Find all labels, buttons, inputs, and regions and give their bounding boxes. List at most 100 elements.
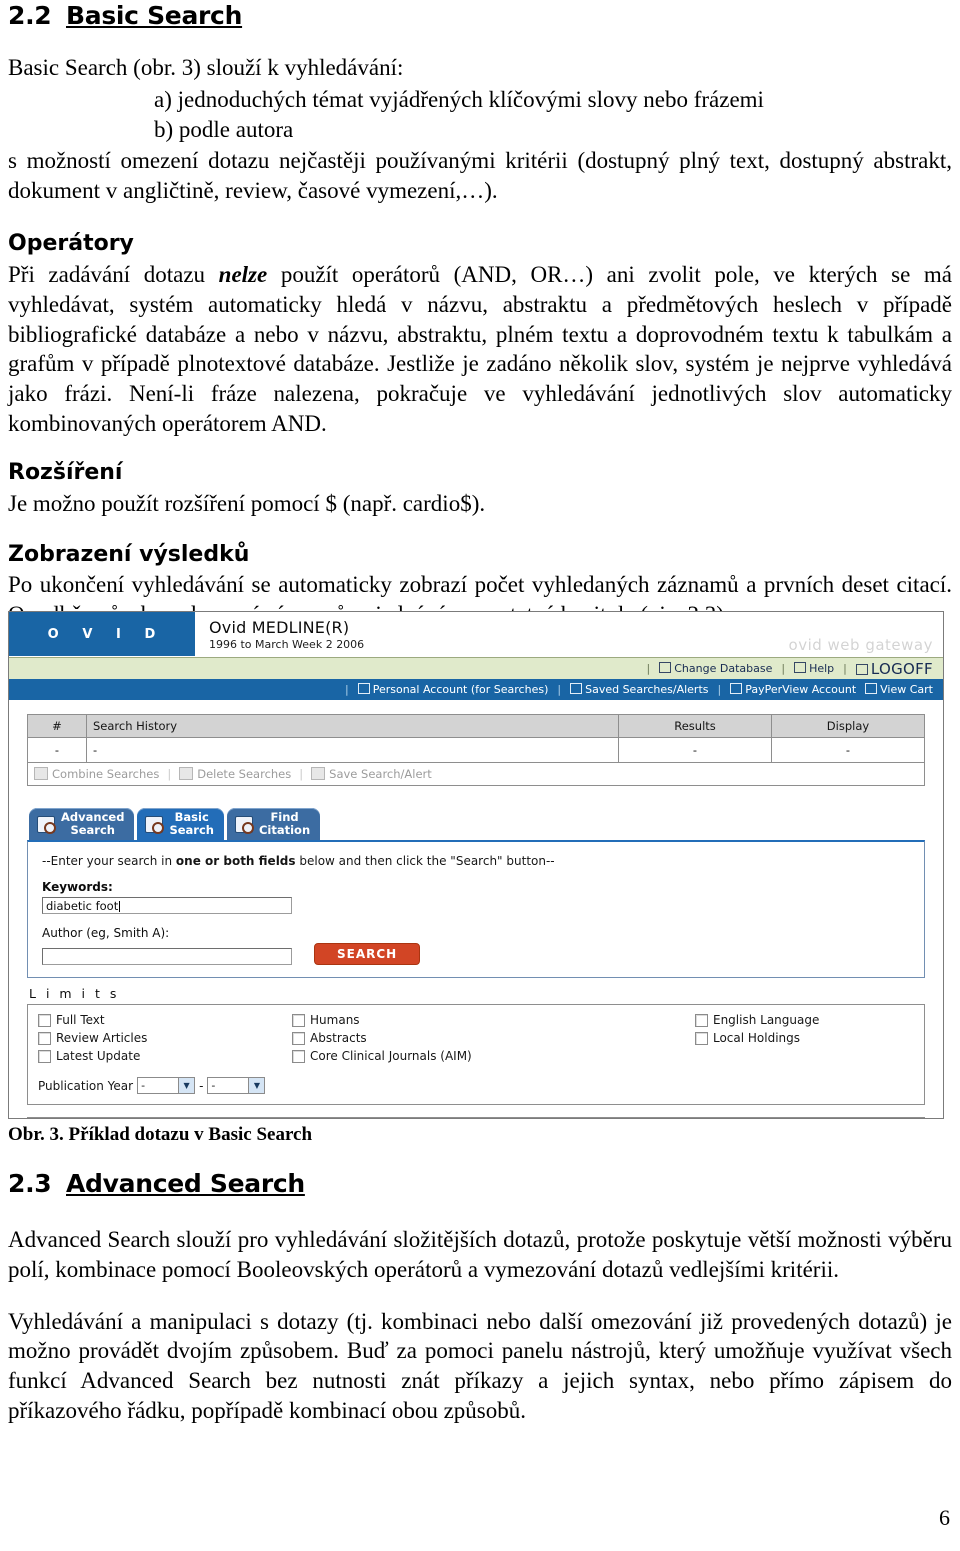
- limit-abstracts-label: Abstracts: [310, 1031, 367, 1046]
- ovid-logo: O V I D: [9, 612, 195, 656]
- tab-basic-search[interactable]: Basic Search: [137, 808, 224, 841]
- utility-bar: | Change Database | Help | LOGOFF: [9, 657, 943, 679]
- saved-searches-link[interactable]: Saved Searches/Alerts: [570, 683, 708, 696]
- section-heading-2-3: 2.3 Advanced Search: [8, 1169, 952, 1199]
- saved-searches-label: Saved Searches/Alerts: [585, 683, 709, 696]
- cell-display: -: [771, 737, 925, 763]
- utility-bar-separator-1: |: [646, 662, 651, 675]
- publication-year-label: Publication Year: [38, 1078, 134, 1093]
- search-history-header-row: # Search History Results Display: [27, 714, 925, 738]
- column-header-display: Display: [771, 714, 925, 738]
- logoff-link[interactable]: LOGOFF: [855, 659, 933, 678]
- account-bar-separator-2: |: [557, 683, 562, 696]
- screenshot-body: # Search History Results Display - - - -: [9, 700, 943, 1106]
- limit-humans-label: Humans: [310, 1013, 360, 1028]
- checkbox-icon[interactable]: [292, 1031, 306, 1045]
- limit-local-holdings[interactable]: Local Holdings: [694, 1031, 914, 1045]
- basic-search-panel: --Enter your search in one or both field…: [27, 840, 925, 979]
- limits-panel: Full Text Review Articles Latest Update …: [27, 1004, 925, 1106]
- search-button[interactable]: SEARCH: [314, 943, 421, 966]
- table-row: - - - -: [27, 737, 925, 763]
- rozsireni-paragraph: Je možno použít rozšíření pomocí $ (např…: [8, 490, 486, 516]
- ovid-logo-letter-o: O: [47, 626, 60, 642]
- limit-core-clinical-journals-label: Core Clinical Journals (AIM): [310, 1049, 472, 1064]
- tab-find-citation[interactable]: Find Citation: [226, 808, 321, 841]
- author-label: Author (eg, Smith A):: [42, 926, 170, 941]
- screenshot-footer: Copyright (c) 2000-2005 Ovid Technologie…: [27, 1117, 925, 1118]
- limit-latest-update[interactable]: Latest Update: [38, 1049, 292, 1063]
- saved-searches-icon: [570, 683, 583, 694]
- change-database-label: Change Database: [674, 662, 773, 675]
- section-2-3-block: 2.3 Advanced Search Advanced Search slouž…: [8, 1169, 952, 1426]
- list-item-b: b) podle autora: [154, 116, 294, 142]
- payperview-icon: [730, 683, 743, 694]
- hint-pre: --Enter your search in: [42, 854, 176, 869]
- limit-english-language-label: English Language: [712, 1013, 820, 1028]
- tab-basic-line1: Basic: [174, 810, 209, 824]
- tab-advanced-search[interactable]: Advanced Search: [29, 808, 135, 841]
- trash-icon: [179, 767, 194, 780]
- limit-review-articles[interactable]: Review Articles: [38, 1031, 292, 1045]
- operatory-emphasis: nelze: [218, 261, 268, 287]
- operatory-paragraph: Při zadávání dotazu nelze použít operáto…: [8, 260, 952, 439]
- author-input[interactable]: [42, 948, 292, 966]
- utility-bar-separator-2: |: [781, 662, 786, 675]
- column-header-number: #: [27, 714, 87, 738]
- delete-searches-button[interactable]: Delete Searches: [179, 767, 291, 781]
- save-search-button[interactable]: Save Search/Alert: [311, 767, 432, 781]
- page-number: 6: [939, 1505, 950, 1530]
- checkbox-icon[interactable]: [292, 1013, 306, 1027]
- checkbox-icon[interactable]: [292, 1049, 306, 1063]
- checkbox-icon[interactable]: [38, 1031, 51, 1045]
- personal-account-icon: [357, 683, 370, 694]
- checkbox-icon[interactable]: [38, 1013, 51, 1027]
- gateway-label: ovid web gateway: [788, 636, 933, 654]
- checkbox-icon[interactable]: [694, 1013, 708, 1027]
- payperview-label: PayPerView Account: [745, 683, 857, 696]
- column-header-search-history: Search History: [86, 714, 619, 738]
- basic-search-criteria: s možností omezení dotazu nejčastěji pou…: [8, 148, 952, 204]
- database-title-block: Ovid MEDLINE(R) 1996 to March Week 2 200…: [195, 612, 789, 656]
- cell-results: -: [618, 737, 772, 763]
- year-range-separator: -: [199, 1078, 204, 1093]
- view-cart-link[interactable]: View Cart: [865, 683, 933, 696]
- checkbox-icon[interactable]: [694, 1031, 708, 1045]
- checkbox-icon[interactable]: [38, 1049, 51, 1063]
- combine-searches-button[interactable]: Combine Searches: [34, 767, 159, 781]
- personal-account-link[interactable]: Personal Account (for Searches): [357, 683, 548, 696]
- basic-search-intro: Basic Search (obr. 3) slouží k vyhledává…: [8, 54, 404, 80]
- publication-year-to-select[interactable]: - ▼: [207, 1077, 266, 1095]
- limits-heading: L i m i t s: [29, 986, 120, 1002]
- search-history-table: # Search History Results Display - - - -: [27, 714, 925, 763]
- publication-year-from-value: -: [141, 1079, 146, 1093]
- ovid-logo-letter-v: V: [82, 626, 94, 642]
- operatory-text-part1: Při zadávání dotazu: [8, 261, 219, 287]
- magnifier-icon: [37, 815, 56, 834]
- column-header-results: Results: [618, 714, 772, 738]
- limit-english-language[interactable]: English Language: [694, 1013, 914, 1028]
- tab-advanced-line1: Advanced: [61, 810, 125, 824]
- author-row: SEARCH: [42, 943, 910, 966]
- advanced-search-paragraph-2: Vyhledávání a manipulaci s dotazy (tj. k…: [8, 1308, 952, 1424]
- limits-columns: Full Text Review Articles Latest Update …: [38, 1013, 914, 1067]
- limit-humans[interactable]: Humans: [292, 1013, 695, 1027]
- change-database-link[interactable]: Change Database: [659, 662, 772, 675]
- help-label: Help: [809, 662, 835, 675]
- payperview-link[interactable]: PayPerView Account: [730, 683, 856, 696]
- magnifier-icon: [145, 815, 165, 834]
- limit-core-clinical-journals[interactable]: Core Clinical Journals (AIM): [292, 1049, 695, 1063]
- help-link[interactable]: Help: [794, 662, 834, 675]
- keywords-label: Keywords:: [42, 880, 113, 895]
- publication-year-from-select[interactable]: - ▼: [137, 1077, 196, 1095]
- ovid-basic-search-screenshot: O V I D Ovid MEDLINE(R) 1996 to March We…: [8, 611, 944, 1119]
- limit-full-text[interactable]: Full Text: [38, 1013, 292, 1027]
- logoff-label: LOGOFF: [870, 659, 933, 678]
- figure-caption: Obr. 3. Příklad dotazu v Basic Search: [8, 1124, 313, 1145]
- ovid-logo-letter-d: D: [144, 626, 157, 642]
- delete-searches-label: Delete Searches: [197, 767, 292, 781]
- limits-column-2: Humans Abstracts Core Clinical Journals …: [292, 1013, 695, 1067]
- keywords-input[interactable]: diabetic foot: [42, 897, 292, 915]
- search-instructions: --Enter your search in one or both field…: [42, 854, 910, 868]
- tab-find-line1: Find: [270, 810, 299, 824]
- limit-abstracts[interactable]: Abstracts: [292, 1031, 695, 1045]
